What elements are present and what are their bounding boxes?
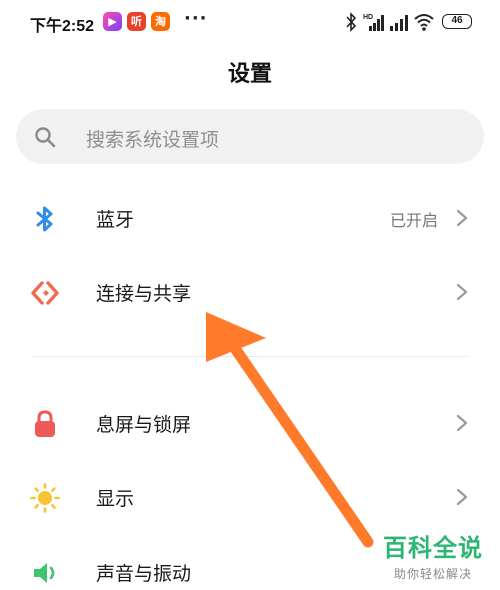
watermark-title: 百科全说 — [383, 534, 483, 562]
section-divider — [33, 356, 467, 357]
search-input[interactable]: 搜索系统设置项 — [16, 109, 484, 164]
status-time: 下午2:52 — [30, 18, 95, 35]
wifi-icon — [414, 14, 434, 31]
status-bar: 下午2:52 ▶ 听 淘 ··· HD 46 — [0, 0, 500, 44]
search-placeholder: 搜索系统设置项 — [86, 129, 220, 151]
video-app-icon: ▶ — [103, 12, 122, 31]
chevron-right-icon — [456, 488, 468, 506]
chevron-right-icon — [456, 209, 468, 227]
setting-label: 息屏与锁屏 — [96, 414, 192, 436]
bluetooth-status-icon — [346, 12, 357, 32]
taobao-app-icon: 淘 — [151, 12, 170, 31]
listen-app-icon: 听 — [127, 12, 146, 31]
setting-label: 蓝牙 — [96, 209, 135, 231]
watermark-subtitle: 助你轻松解决 — [393, 567, 472, 581]
more-notifications-icon: ··· — [184, 8, 208, 29]
search-icon — [35, 127, 56, 148]
setting-item-bluetooth[interactable]: 蓝牙 已开启 — [0, 186, 500, 250]
bluetooth-status-value: 已开启 — [389, 211, 438, 230]
hd-signal-icon: HD — [363, 14, 384, 31]
page-title: 设置 — [227, 62, 272, 87]
hd-label: HD — [363, 14, 373, 21]
setting-item-display[interactable]: 显示 — [0, 465, 500, 529]
lock-icon — [35, 410, 55, 437]
setting-label: 显示 — [96, 488, 135, 510]
setting-label: 声音与振动 — [96, 563, 192, 585]
speaker-icon — [34, 563, 55, 583]
chevron-right-icon — [456, 414, 468, 432]
battery-indicator: 46 — [442, 14, 472, 29]
sun-icon — [30, 483, 60, 513]
setting-item-connection-share[interactable]: 连接与共享 — [0, 260, 500, 324]
connection-share-icon — [31, 281, 59, 305]
setting-item-lock-screen[interactable]: 息屏与锁屏 — [0, 391, 500, 455]
bluetooth-icon — [36, 206, 53, 232]
chevron-right-icon — [456, 283, 468, 301]
signal-strength-icon — [390, 15, 408, 31]
setting-label: 连接与共享 — [96, 283, 192, 305]
watermark-logo: 百科全说 助你轻松解决 — [374, 528, 492, 582]
